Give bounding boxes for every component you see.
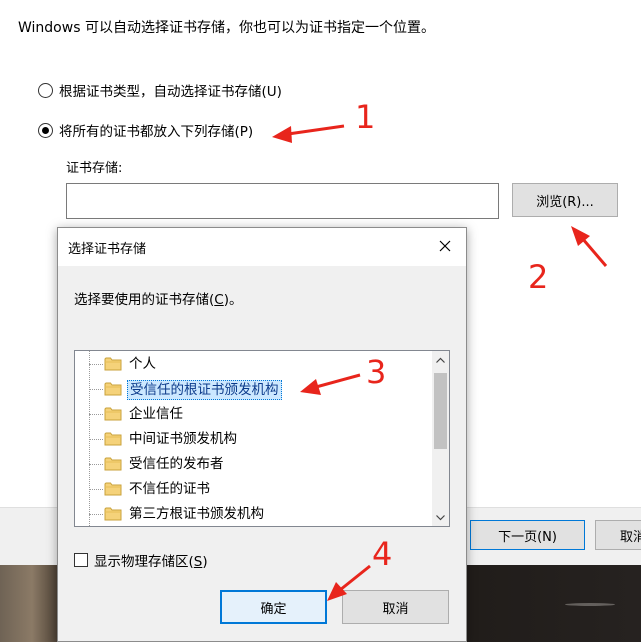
show-physical-stores-checkbox[interactable] [74, 553, 88, 567]
tree-connector-line [89, 414, 103, 415]
folder-icon [104, 507, 122, 521]
annotation-arrow-1 [287, 124, 345, 136]
close-icon [439, 240, 451, 252]
folder-icon [104, 357, 122, 371]
tree-connector-line [89, 464, 103, 465]
tree-item-label: 企业信任 [129, 406, 183, 422]
tree-item[interactable]: 企业信任 [75, 402, 433, 426]
show-physical-stores-checkbox-row[interactable]: 显示物理存储区(S) [74, 550, 208, 570]
folder-icon [104, 382, 122, 396]
dialog-prompt-accesskey: C [214, 292, 224, 308]
radio-place-all-label: 将所有的证书都放入下列存储(P) [59, 124, 254, 140]
tree-item-label: 第三方根证书颁发机构 [129, 506, 264, 522]
browse-button[interactable]: 浏览(R)... [512, 183, 618, 217]
tree-item-label: 不信任的证书 [129, 481, 210, 497]
tree-connector-line [89, 364, 103, 365]
show-physical-text: 显示物理存储区( [94, 554, 194, 570]
radio-button-checked[interactable] [38, 122, 53, 138]
ok-button[interactable]: 确定 [220, 590, 327, 624]
certificate-store-label: 证书存储: [66, 161, 123, 176]
tree-item[interactable]: 受信任的根证书颁发机构 [75, 377, 433, 401]
show-physical-end: ) [202, 554, 208, 570]
tree-item[interactable]: 个人 [75, 352, 433, 376]
folder-icon [104, 407, 122, 421]
show-physical-stores-label: 显示物理存储区(S) [94, 550, 208, 570]
dialog-titlebar: 选择证书存储 [58, 228, 466, 266]
dialog-title: 选择证书存储 [68, 242, 147, 257]
next-button[interactable]: 下一页(N) [470, 520, 585, 550]
folder-icon [104, 432, 122, 446]
tree-item-label: 受信任的发布者 [129, 456, 224, 472]
radio-auto-select-label: 根据证书类型，自动选择证书存储(U) [59, 84, 282, 100]
folder-icon [104, 482, 122, 496]
radio-button-unchecked[interactable] [38, 82, 53, 98]
wizard-cancel-button[interactable]: 取消 [595, 520, 641, 550]
annotation-number-1: 1 [355, 98, 376, 136]
annotation-number-2: 2 [528, 258, 549, 296]
scroll-down-button[interactable] [432, 509, 449, 526]
tree-scrollbar[interactable] [432, 351, 449, 526]
tree-item[interactable]: 受信任的发布者 [75, 452, 433, 476]
cancel-button[interactable]: 取消 [342, 590, 449, 624]
tree-connector-line [89, 514, 103, 515]
scroll-up-button[interactable] [432, 351, 449, 368]
tree-item[interactable]: 不信任的证书 [75, 477, 433, 501]
close-button[interactable] [434, 235, 456, 257]
certificate-store-field[interactable] [66, 183, 499, 219]
radio-auto-select-store[interactable]: 根据证书类型，自动选择证书存储(U) [38, 80, 282, 100]
dialog-prompt-end: )。 [223, 292, 243, 308]
tree-item-label: 受信任的根证书颁发机构 [127, 380, 282, 400]
dialog-prompt-text: 选择要使用的证书存储( [74, 292, 215, 308]
tree-item[interactable]: 中间证书颁发机构 [75, 427, 433, 451]
chevron-down-icon [436, 514, 445, 520]
folder-icon [104, 457, 122, 471]
tree-connector-line [89, 389, 103, 390]
radio-place-all-certs[interactable]: 将所有的证书都放入下列存储(P) [38, 120, 253, 140]
scrollbar-thumb[interactable] [434, 373, 447, 449]
tree-connector-line [89, 489, 103, 490]
tree-item-label: 个人 [129, 356, 156, 372]
dialog-prompt: 选择要使用的证书存储(C)。 [74, 288, 243, 308]
tree-connector-line [89, 439, 103, 440]
tree-item-label: 中间证书颁发机构 [129, 431, 237, 447]
wizard-intro-text: Windows 可以自动选择证书存储，你也可以为证书指定一个位置。 [18, 20, 435, 36]
chevron-up-icon [436, 357, 445, 363]
certificate-store-tree[interactable]: 个人受信任的根证书颁发机构企业信任中间证书颁发机构 受信任的发布者 不信任的证书第三… [74, 350, 450, 527]
tree-item[interactable]: 第三方根证书颁发机构 [75, 502, 433, 526]
select-certificate-store-dialog: 选择证书存储 选择要使用的证书存储(C)。 个人受信任的根证书颁发机构企业信任中… [57, 227, 467, 642]
annotation-arrow-2 [580, 237, 608, 267]
